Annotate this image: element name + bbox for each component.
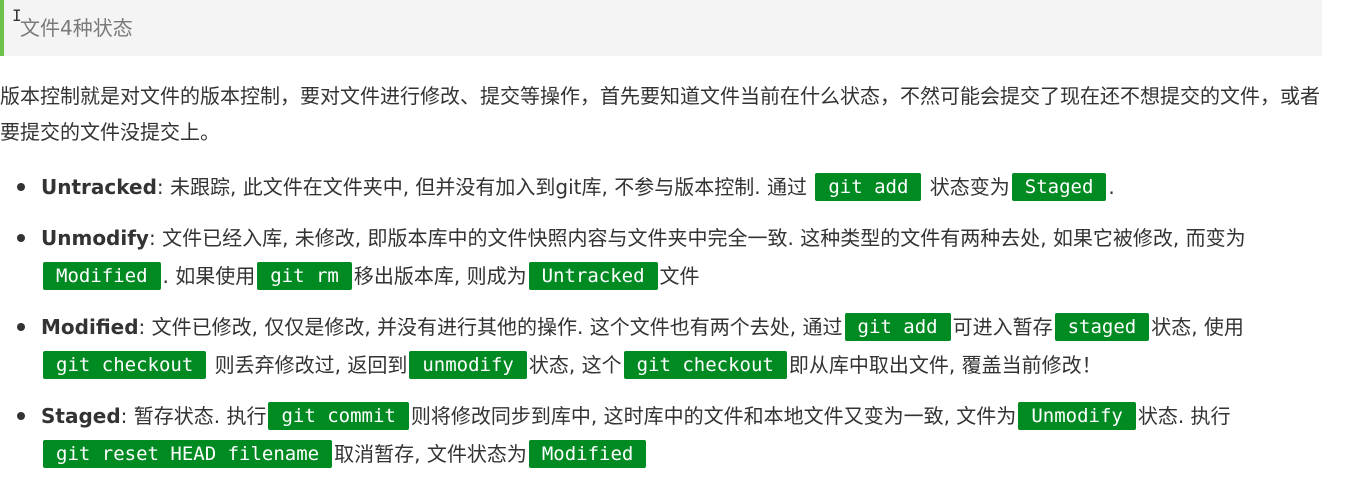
state-text: .	[1108, 175, 1115, 199]
inline-code: Modified	[528, 440, 647, 468]
state-text: 文件	[659, 264, 700, 288]
inline-code: Unmodify	[1018, 402, 1136, 430]
inline-code: Staged	[1011, 173, 1107, 201]
state-text: 状态, 使用	[1151, 315, 1244, 339]
state-text: . 如果使用	[162, 264, 256, 288]
state-text: : 暂存状态. 执行	[120, 404, 267, 428]
inline-code: staged	[1054, 313, 1150, 341]
state-text: 可进入暂存	[952, 315, 1053, 339]
inline-code: git checkout	[43, 351, 207, 379]
intro-paragraph: 版本控制就是对文件的版本控制，要对文件进行修改、提交等操作，首先要知道文件当前在…	[0, 84, 1320, 144]
inline-code: Modified	[43, 262, 161, 290]
inline-code: Untracked	[528, 262, 658, 290]
state-term: Untracked	[41, 175, 157, 199]
inline-code: git checkout	[623, 351, 787, 379]
state-text: : 未跟踪, 此文件在文件夹中, 但并没有加入到git库, 不参与版本控制. 通…	[156, 175, 807, 199]
state-text: 则丢弃修改过, 返回到	[214, 353, 408, 377]
state-text: : 文件已修改, 仅仅是修改, 并没有进行其他的操作. 这个文件也有两个去处, …	[138, 315, 843, 339]
state-text: 则将修改同步到库中, 这时库中的文件和本地文件又变为一致, 文件为	[410, 404, 1017, 428]
inline-code: git commit	[268, 402, 409, 430]
state-term: Unmodify	[41, 226, 149, 250]
state-text: 状态. 执行	[1137, 404, 1231, 428]
state-text: 状态变为	[929, 175, 1010, 199]
inline-code: git reset HEAD filename	[43, 440, 333, 468]
state-item-untracked: Untracked: 未跟踪, 此文件在文件夹中, 但并没有加入到git库, 不…	[0, 168, 1330, 206]
section-header: 文件4种状态	[0, 0, 1322, 56]
state-item-unmodify: Unmodify: 文件已经入库, 未修改, 即版本库中的文件快照内容与文件夹中…	[0, 219, 1330, 295]
inline-code: git add	[815, 173, 922, 201]
state-term: Staged	[41, 404, 121, 428]
state-text: : 文件已经入库, 未修改, 即版本库中的文件快照内容与文件夹中完全一致. 这种…	[148, 226, 1246, 250]
state-item-modified: Modified: 文件已修改, 仅仅是修改, 并没有进行其他的操作. 这个文件…	[0, 308, 1330, 384]
inline-code: git rm	[257, 262, 352, 290]
text-cursor-icon: I	[12, 6, 22, 25]
state-text: 状态, 这个	[528, 353, 622, 377]
state-text: 即从库中取出文件, 覆盖当前修改！	[788, 353, 1102, 377]
state-item-staged: Staged: 暂存状态. 执行 git commit 则将修改同步到库中, 这时库…	[0, 397, 1330, 473]
state-term: Modified	[41, 315, 139, 339]
inline-code: git add	[844, 313, 951, 341]
state-text: 移出版本库, 则成为	[353, 264, 527, 288]
inline-code: unmodify	[409, 351, 527, 379]
state-list: Untracked: 未跟踪, 此文件在文件夹中, 但并没有加入到git库, 不…	[0, 168, 1330, 473]
section-title: 文件4种状态	[20, 16, 133, 40]
state-text: 取消暂存, 文件状态为	[334, 442, 527, 466]
